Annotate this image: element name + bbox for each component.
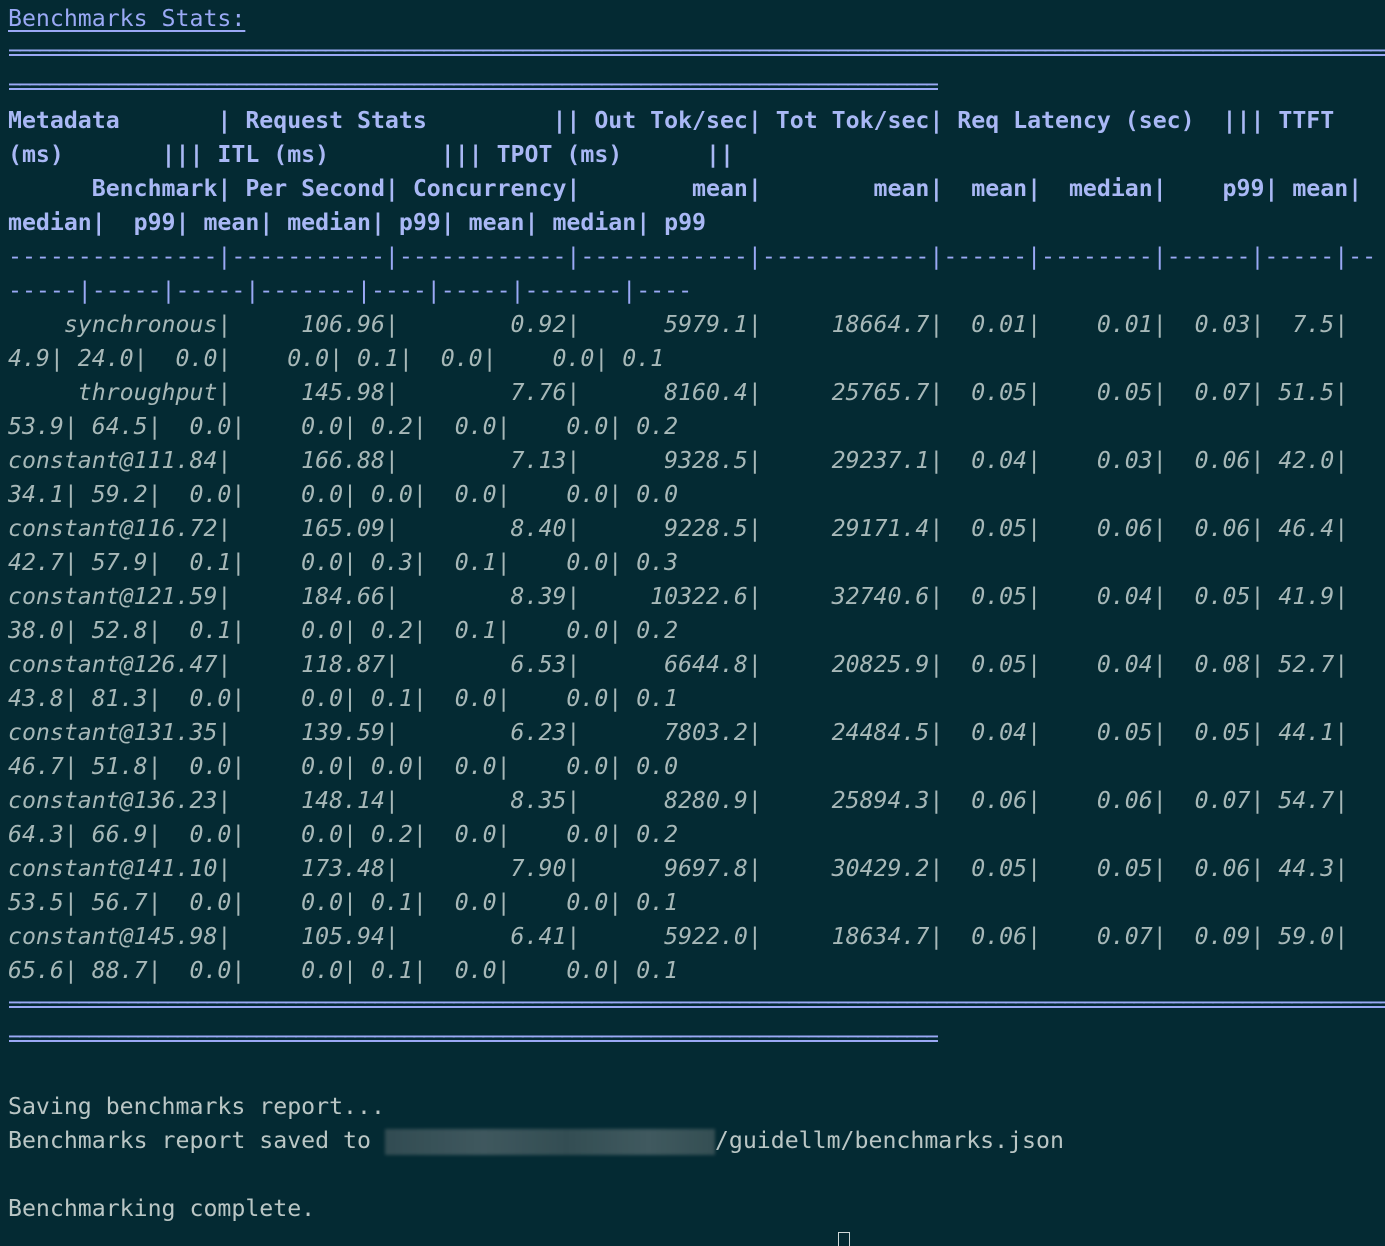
separator-top: ========================================… bbox=[8, 39, 1385, 66]
table-row-wrap: 42.7| 57.9| 0.1| 0.0| 0.3| 0.1| 0.0| 0.3 bbox=[8, 549, 679, 576]
table-row-wrap: 53.5| 56.7| 0.0| 0.0| 0.1| 0.0| 0.0| 0.1 bbox=[8, 889, 679, 916]
table-header-line: median| p99| mean| median| p99| mean| me… bbox=[8, 209, 707, 236]
table-row: synchronous| 106.96| 0.92| 5979.1| 18664… bbox=[8, 311, 1349, 338]
terminal-window[interactable]: Benchmarks Stats: ======================… bbox=[0, 0, 1385, 1246]
table-row: throughput| 145.98| 7.76| 8160.4| 25765.… bbox=[8, 379, 1349, 406]
table-header-line: Metadata | Request Stats || Out Tok/sec|… bbox=[8, 107, 1335, 134]
separator-bottom-wrap: ========================================… bbox=[8, 1025, 939, 1052]
table-row-wrap: 65.6| 88.7| 0.0| 0.0| 0.1| 0.0| 0.0| 0.1 bbox=[8, 957, 679, 984]
table-row-wrap: 53.9| 64.5| 0.0| 0.0| 0.2| 0.0| 0.0| 0.2 bbox=[8, 413, 679, 440]
saved-suffix: /guidellm/benchmarks.json bbox=[714, 1127, 1064, 1154]
table-divider: -----|-----|-----|-------|----|-----|---… bbox=[8, 277, 693, 304]
table-row-wrap: 43.8| 81.3| 0.0| 0.0| 0.1| 0.0| 0.0| 0.1 bbox=[8, 685, 679, 712]
table-row: constant@111.84| 166.88| 7.13| 9328.5| 2… bbox=[8, 447, 1349, 474]
table-row: constant@136.23| 148.14| 8.35| 8280.9| 2… bbox=[8, 787, 1349, 814]
saved-path-line: Benchmarks report saved to /guidellm/ben… bbox=[8, 1124, 1385, 1158]
redacted-path bbox=[384, 1128, 715, 1155]
separator-top-wrap: ========================================… bbox=[8, 73, 939, 100]
shell-prompt[interactable] bbox=[8, 1226, 1385, 1246]
table-row: constant@116.72| 165.09| 8.40| 9228.5| 2… bbox=[8, 515, 1349, 542]
table-row: constant@145.98| 105.94| 6.41| 5922.0| 1… bbox=[8, 923, 1349, 950]
table-row: constant@121.59| 184.66| 8.39| 10322.6| … bbox=[8, 583, 1349, 610]
cursor-block-icon bbox=[838, 1232, 850, 1246]
complete-status: Benchmarking complete. bbox=[8, 1195, 316, 1222]
table-header-line: Benchmark| Per Second| Concurrency| mean… bbox=[8, 175, 1363, 202]
table-row-wrap: 38.0| 52.8| 0.1| 0.0| 0.2| 0.1| 0.0| 0.2 bbox=[8, 617, 679, 644]
table-row: constant@131.35| 139.59| 6.23| 7803.2| 2… bbox=[8, 719, 1349, 746]
separator-bottom: ========================================… bbox=[8, 991, 1385, 1018]
table-row-wrap: 4.9| 24.0| 0.0| 0.0| 0.1| 0.0| 0.0| 0.1 bbox=[8, 345, 665, 372]
table-divider: ---------------|-----------|------------… bbox=[8, 243, 1377, 270]
saving-status: Saving benchmarks report... bbox=[8, 1093, 385, 1120]
table-row-wrap: 34.1| 59.2| 0.0| 0.0| 0.0| 0.0| 0.0| 0.0 bbox=[8, 481, 679, 508]
saved-prefix: Benchmarks report saved to bbox=[8, 1127, 385, 1154]
table-row-wrap: 64.3| 66.9| 0.0| 0.0| 0.2| 0.0| 0.0| 0.2 bbox=[8, 821, 679, 848]
table-row: constant@141.10| 173.48| 7.90| 9697.8| 3… bbox=[8, 855, 1349, 882]
table-row: constant@126.47| 118.87| 6.53| 6644.8| 2… bbox=[8, 651, 1349, 678]
table-header-line: (ms) ||| ITL (ms) ||| TPOT (ms) || bbox=[8, 141, 734, 168]
table-row-wrap: 46.7| 51.8| 0.0| 0.0| 0.0| 0.0| 0.0| 0.0 bbox=[8, 753, 679, 780]
stats-title: Benchmarks Stats: bbox=[8, 5, 246, 32]
